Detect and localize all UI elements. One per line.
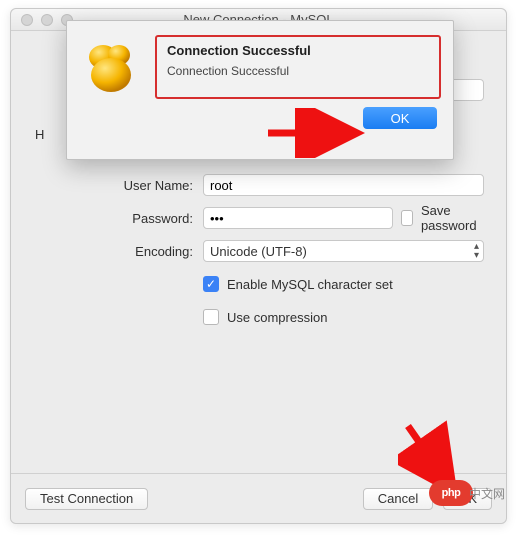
user-name-label: User Name:: [33, 178, 203, 193]
alert-title: Connection Successful: [167, 43, 429, 58]
password-label: Password:: [33, 211, 203, 226]
cancel-button[interactable]: Cancel: [363, 488, 433, 510]
window-controls: [11, 14, 73, 26]
watermark: php 中文网: [429, 480, 505, 506]
hidden-field-stub: [454, 79, 484, 101]
app-icon: [79, 35, 143, 99]
alert-sheet: Connection Successful Connection Success…: [66, 20, 454, 160]
minimize-window-button[interactable]: [41, 14, 53, 26]
updown-icon: ▴▾: [474, 242, 479, 260]
use-compression-label: Use compression: [227, 310, 327, 325]
encoding-label: Encoding:: [33, 244, 203, 259]
save-password-checkbox[interactable]: [401, 210, 413, 226]
encoding-select[interactable]: Unicode (UTF-8) ▴▾: [203, 240, 484, 262]
watermark-badge: php: [429, 480, 473, 506]
enable-charset-label: Enable MySQL character set: [227, 277, 393, 292]
alert-text-highlight: Connection Successful Connection Success…: [155, 35, 441, 99]
user-name-input[interactable]: [203, 174, 484, 196]
encoding-value: Unicode (UTF-8): [210, 244, 307, 259]
close-window-button[interactable]: [21, 14, 33, 26]
hidden-label-left: H: [35, 127, 44, 142]
use-compression-checkbox[interactable]: [203, 309, 219, 325]
alert-message: Connection Successful: [167, 64, 429, 78]
watermark-text: 中文网: [469, 485, 505, 502]
alert-ok-button[interactable]: OK: [363, 107, 437, 129]
enable-charset-checkbox[interactable]: ✓: [203, 276, 219, 292]
password-input[interactable]: [203, 207, 393, 229]
save-password-label: Save password: [421, 203, 484, 233]
test-connection-button[interactable]: Test Connection: [25, 488, 148, 510]
